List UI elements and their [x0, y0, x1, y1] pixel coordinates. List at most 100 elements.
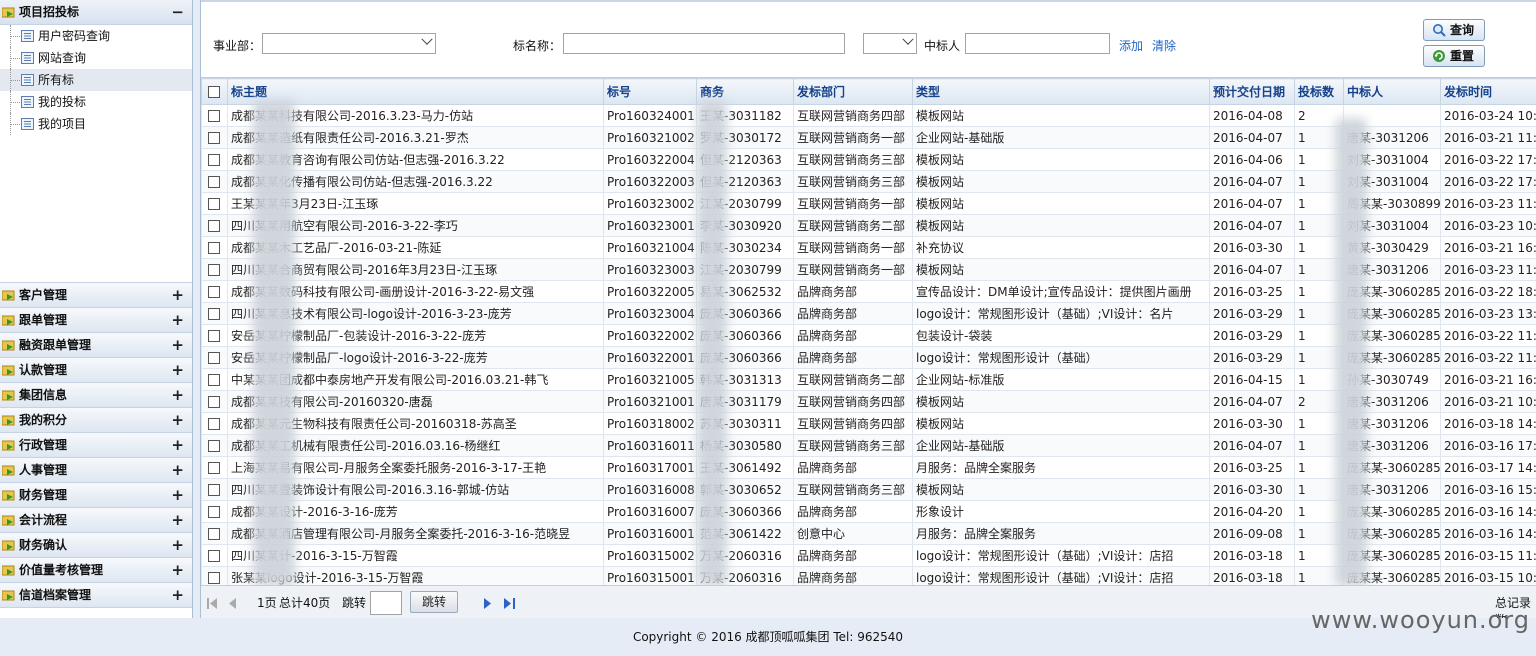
- row-select-cell[interactable]: [202, 127, 228, 149]
- row-checkbox[interactable]: [208, 198, 220, 210]
- sidebar-section-8[interactable]: 人事管理+: [0, 458, 192, 483]
- reset-button[interactable]: 重置: [1423, 45, 1485, 67]
- row-select-cell[interactable]: [202, 501, 228, 523]
- row-select-cell[interactable]: [202, 325, 228, 347]
- column-header[interactable]: 投标数: [1295, 79, 1344, 105]
- collapse-icon[interactable]: −: [171, 0, 184, 24]
- status-select[interactable]: [863, 33, 917, 54]
- column-header[interactable]: 类型: [913, 79, 1210, 105]
- column-header[interactable]: 发标时间: [1441, 79, 1536, 105]
- page-input[interactable]: [370, 591, 402, 615]
- row-checkbox[interactable]: [208, 242, 220, 254]
- clear-link[interactable]: 清除: [1152, 37, 1176, 54]
- row-select-cell[interactable]: [202, 391, 228, 413]
- row-select-cell[interactable]: [202, 237, 228, 259]
- row-checkbox[interactable]: [208, 330, 220, 342]
- row-select-cell[interactable]: [202, 281, 228, 303]
- expand-icon[interactable]: +: [171, 558, 184, 582]
- row-checkbox[interactable]: [208, 440, 220, 452]
- sidebar-section-13[interactable]: 信道档案管理+: [0, 583, 192, 608]
- row-select-cell[interactable]: [202, 435, 228, 457]
- row-select-cell[interactable]: [202, 567, 228, 586]
- expand-icon[interactable]: +: [171, 283, 184, 307]
- sidebar-section-1[interactable]: 客户管理+: [0, 283, 192, 308]
- row-checkbox[interactable]: [208, 286, 220, 298]
- row-select-cell[interactable]: [202, 149, 228, 171]
- last-page-icon[interactable]: [504, 598, 516, 609]
- prev-page-icon[interactable]: [229, 598, 237, 609]
- row-select-cell[interactable]: [202, 171, 228, 193]
- row-checkbox[interactable]: [208, 220, 220, 232]
- row-select-cell[interactable]: [202, 545, 228, 567]
- row-select-cell[interactable]: [202, 457, 228, 479]
- sidebar-section-4[interactable]: 认款管理+: [0, 358, 192, 383]
- sidebar-section-5[interactable]: 集团信息+: [0, 383, 192, 408]
- row-checkbox[interactable]: [208, 308, 220, 320]
- row-checkbox[interactable]: [208, 528, 220, 540]
- row-select-cell[interactable]: [202, 413, 228, 435]
- row-select-cell[interactable]: [202, 369, 228, 391]
- row-checkbox[interactable]: [208, 572, 220, 584]
- jump-button[interactable]: 跳转: [410, 591, 458, 613]
- row-checkbox[interactable]: [208, 396, 220, 408]
- row-checkbox[interactable]: [208, 110, 220, 122]
- winner-input[interactable]: [965, 33, 1110, 54]
- sidebar-item-4[interactable]: 我的投标: [0, 91, 192, 113]
- row-select-cell[interactable]: [202, 105, 228, 127]
- select-all-checkbox[interactable]: [208, 86, 220, 98]
- expand-icon[interactable]: +: [171, 483, 184, 507]
- sidebar-section-7[interactable]: 行政管理+: [0, 433, 192, 458]
- expand-icon[interactable]: +: [171, 408, 184, 432]
- sidebar-section-bidding[interactable]: 项目招投标 −: [0, 0, 192, 25]
- row-checkbox[interactable]: [208, 132, 220, 144]
- expand-icon[interactable]: +: [171, 358, 184, 382]
- row-select-cell[interactable]: [202, 193, 228, 215]
- sidebar-section-6[interactable]: 我的积分+: [0, 408, 192, 433]
- sidebar-item-5[interactable]: 我的项目: [0, 113, 192, 135]
- sidebar-section-10[interactable]: 会计流程+: [0, 508, 192, 533]
- expand-icon[interactable]: +: [171, 333, 184, 357]
- column-header[interactable]: 预计交付日期: [1210, 79, 1295, 105]
- column-header[interactable]: 中标人: [1344, 79, 1441, 105]
- name-input[interactable]: [563, 33, 845, 54]
- row-checkbox[interactable]: [208, 352, 220, 364]
- row-checkbox[interactable]: [208, 176, 220, 188]
- row-checkbox[interactable]: [208, 154, 220, 166]
- first-page-icon[interactable]: [207, 598, 219, 609]
- sidebar-item-3[interactable]: 所有标: [0, 69, 192, 91]
- expand-icon[interactable]: +: [171, 533, 184, 557]
- sidebar-item-1[interactable]: 用户密码查询: [0, 25, 192, 47]
- row-checkbox[interactable]: [208, 418, 220, 430]
- sidebar-section-11[interactable]: 财务确认+: [0, 533, 192, 558]
- add-link[interactable]: 添加: [1119, 37, 1143, 54]
- row-select-cell[interactable]: [202, 215, 228, 237]
- row-select-cell[interactable]: [202, 347, 228, 369]
- dept-select[interactable]: [262, 33, 436, 54]
- expand-icon[interactable]: +: [171, 433, 184, 457]
- sidebar-section-2[interactable]: 跟单管理+: [0, 308, 192, 333]
- row-select-cell[interactable]: [202, 479, 228, 501]
- sidebar-section-3[interactable]: 融资跟单管理+: [0, 333, 192, 358]
- sidebar-item-2[interactable]: 网站查询: [0, 47, 192, 69]
- expand-icon[interactable]: +: [171, 508, 184, 532]
- row-checkbox[interactable]: [208, 550, 220, 562]
- sidebar-section-9[interactable]: 财务管理+: [0, 483, 192, 508]
- expand-icon[interactable]: +: [171, 308, 184, 332]
- column-header[interactable]: 发标部门: [794, 79, 913, 105]
- sidebar-section-12[interactable]: 价值量考核管理+: [0, 558, 192, 583]
- row-checkbox[interactable]: [208, 374, 220, 386]
- row-checkbox[interactable]: [208, 462, 220, 474]
- query-button[interactable]: 查询: [1423, 19, 1485, 41]
- row-checkbox[interactable]: [208, 506, 220, 518]
- select-all-header[interactable]: [202, 79, 228, 105]
- row-select-cell[interactable]: [202, 303, 228, 325]
- row-checkbox[interactable]: [208, 264, 220, 276]
- row-checkbox[interactable]: [208, 484, 220, 496]
- row-select-cell[interactable]: [202, 523, 228, 545]
- row-select-cell[interactable]: [202, 259, 228, 281]
- next-page-icon[interactable]: [483, 598, 491, 609]
- expand-icon[interactable]: +: [171, 583, 184, 607]
- expand-icon[interactable]: +: [171, 458, 184, 482]
- column-header[interactable]: 标号: [604, 79, 697, 105]
- expand-icon[interactable]: +: [171, 383, 184, 407]
